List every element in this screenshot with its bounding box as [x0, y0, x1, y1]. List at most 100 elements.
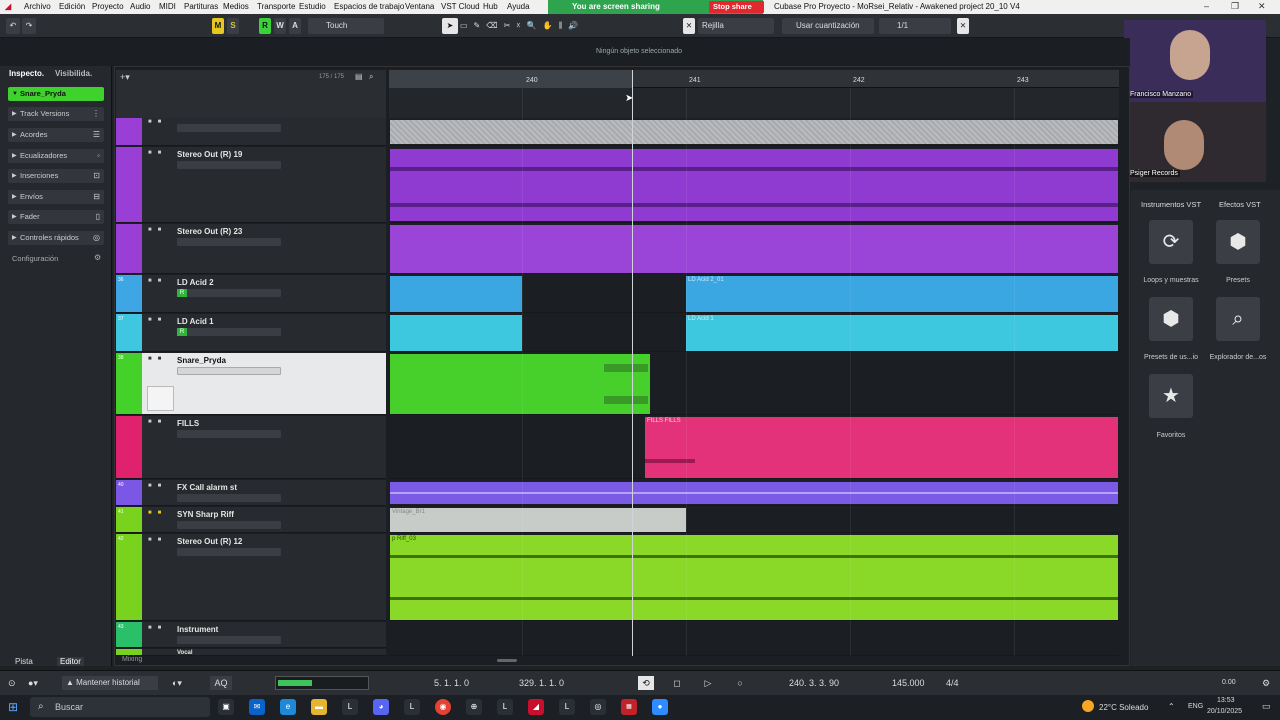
play-icon[interactable]: ▷	[700, 676, 716, 690]
clock-date[interactable]: 20/10/2025	[1207, 708, 1242, 715]
read-automation-button[interactable]: R	[259, 18, 271, 34]
auto-quantize-button[interactable]: AQ	[210, 676, 232, 690]
menu-vst-cloud[interactable]: VST Cloud	[441, 2, 480, 11]
snap-type-select[interactable]: Rejilla	[698, 18, 774, 34]
cubase-logo-icon[interactable]: ◢	[5, 2, 11, 11]
mute-solo-icon[interactable]: ■■	[148, 119, 167, 125]
tray-chevron-icon[interactable]: ⌃	[1168, 702, 1175, 711]
quantize-value-select[interactable]: 1/1	[879, 18, 951, 34]
folder-icon[interactable]: ▬	[311, 699, 327, 715]
track-row[interactable]: ■■ Stereo Out (R) 23	[116, 224, 386, 274]
track-controls[interactable]	[177, 521, 281, 529]
audio-event[interactable]	[390, 315, 522, 351]
audio-event[interactable]	[390, 120, 1118, 144]
add-track-icon[interactable]: +▾	[120, 72, 130, 83]
track-controls[interactable]	[177, 367, 281, 375]
windows-start-icon[interactable]: ⊞	[8, 700, 18, 714]
mute-solo-icon[interactable]: ■■	[148, 510, 167, 516]
track-controls[interactable]	[177, 494, 281, 502]
gear-icon[interactable]: ⚙	[94, 253, 101, 262]
zoom-icon[interactable]: ●	[652, 699, 668, 715]
lane[interactable]: LD Acid 2_01	[389, 275, 1119, 313]
track-controls[interactable]	[177, 238, 281, 246]
mute-mode-button[interactable]: M	[212, 18, 224, 34]
track-name[interactable]: Snare_Pryda	[177, 356, 226, 365]
record-icon[interactable]: ○	[732, 676, 748, 690]
cubase-icon[interactable]: ◢	[528, 699, 544, 715]
cycle-icon[interactable]: ⟲	[638, 676, 654, 690]
track-row[interactable]: ■■ Stereo Out (R) 19	[116, 147, 386, 223]
browser-icon[interactable]: ⌕	[1216, 297, 1260, 341]
live-icon[interactable]: L	[497, 699, 513, 715]
track-controls[interactable]	[177, 548, 281, 556]
tab-editor[interactable]: Editor	[57, 657, 84, 666]
track-name[interactable]: Stereo Out (R) 19	[177, 150, 242, 159]
track-row[interactable]: Vocal	[116, 649, 386, 656]
automation-mode-select[interactable]: Touch	[308, 18, 384, 34]
track-row[interactable]: 37 ■■ LD Acid 1 R	[116, 314, 386, 352]
lane[interactable]: LD Acid 1	[389, 314, 1119, 352]
section-track-versions[interactable]: ▶ Track Versions ⋮	[8, 107, 104, 121]
tool-icons[interactable]: ▭✎⌫✂☓🔍✋⫼🔊	[460, 18, 640, 34]
position-display[interactable]: 240. 3. 3. 90	[789, 676, 859, 690]
language-indicator[interactable]: ENG	[1188, 703, 1203, 710]
mute-solo-icon[interactable]: ■■	[148, 483, 167, 489]
audio-event[interactable]: LD Acid 1	[686, 315, 1118, 351]
track-name[interactable]: Stereo Out (R) 12	[177, 537, 242, 546]
weather-sun-icon[interactable]	[1082, 700, 1094, 712]
track-row[interactable]: 36 ■■ LD Acid 2 R	[116, 275, 386, 313]
audio-event[interactable]: LD Acid 2_01	[686, 276, 1118, 312]
track-name[interactable]: LD Acid 2	[177, 278, 214, 287]
track-row[interactable]: 41 ■■ SYN Sharp Riff	[116, 507, 386, 533]
cycle-range-strip[interactable]	[389, 70, 632, 88]
close-icon[interactable]: ✕	[1258, 1, 1266, 12]
section-fader[interactable]: ▶ Fader ▯	[8, 210, 104, 224]
solo-mode-button[interactable]: S	[227, 18, 239, 34]
edge-icon[interactable]: e	[280, 699, 296, 715]
clock-time[interactable]: 13:53	[1217, 697, 1235, 704]
quantize-select[interactable]: Usar cuantización	[782, 18, 874, 34]
mute-solo-icon[interactable]: ■■	[148, 356, 167, 362]
left-locator[interactable]: 5. 1. 1. 0	[411, 676, 469, 690]
audio-event[interactable]	[390, 354, 650, 414]
track-name[interactable]: FX Call alarm st	[177, 483, 237, 492]
mute-solo-icon[interactable]: ■■	[148, 317, 167, 323]
audio-event[interactable]: p Riff_03	[390, 535, 1118, 620]
mute-solo-icon[interactable]: ■■	[148, 227, 167, 233]
tab-visibility[interactable]: Visibilida.	[55, 69, 92, 78]
lane[interactable]	[389, 147, 1119, 223]
track-controls[interactable]	[177, 430, 281, 438]
pointer-tool-icon[interactable]: ➤	[442, 18, 458, 34]
section-sends[interactable]: ▶ Envíos ⊟	[8, 190, 104, 204]
track-name[interactable]: SYN Sharp Riff	[177, 510, 234, 519]
live-icon[interactable]: L	[342, 699, 358, 715]
lane[interactable]	[389, 480, 1119, 506]
lane[interactable]: p Riff_03	[389, 534, 1119, 621]
track-row[interactable]: 43 ■■ Instrument	[116, 622, 386, 648]
track-visibility-icon[interactable]: ▤	[355, 72, 363, 81]
track-controls[interactable]	[177, 161, 281, 169]
voicemeeter-icon[interactable]: ▦	[621, 699, 637, 715]
live-icon[interactable]: L	[559, 699, 575, 715]
discord-icon[interactable]: ◕	[373, 699, 389, 715]
search-icon[interactable]: ⌕	[369, 72, 373, 82]
menu-transporte[interactable]: Transporte	[257, 2, 295, 11]
track-controls[interactable]	[177, 636, 281, 644]
menu-espacios[interactable]: Espacios de trabajo	[334, 2, 404, 11]
inspector-track-name[interactable]: ▼ Snare_Pryda	[8, 87, 104, 101]
lane[interactable]: Vintage_Br1	[389, 507, 1119, 533]
section-inserts[interactable]: ▶ Inserciones ⊡	[8, 169, 104, 183]
mute-solo-icon[interactable]: ■■	[148, 537, 167, 543]
stop-icon[interactable]: ◻	[669, 676, 685, 690]
track-row[interactable]: ■■	[116, 118, 386, 146]
gear-icon[interactable]: ⚙	[1262, 676, 1270, 690]
notification-icon[interactable]: ▭	[1262, 701, 1271, 712]
track-name[interactable]: LD Acid 1	[177, 317, 214, 326]
track-name[interactable]: Instrument	[177, 625, 218, 634]
lane[interactable]	[389, 118, 1119, 146]
app-icon[interactable]: ◎	[590, 699, 606, 715]
lane[interactable]: FILLS FILLS	[389, 416, 1119, 479]
section-chords[interactable]: ▶ Acordes ☰	[8, 128, 104, 142]
live-icon[interactable]: L	[404, 699, 420, 715]
project-cursor[interactable]	[632, 70, 633, 656]
